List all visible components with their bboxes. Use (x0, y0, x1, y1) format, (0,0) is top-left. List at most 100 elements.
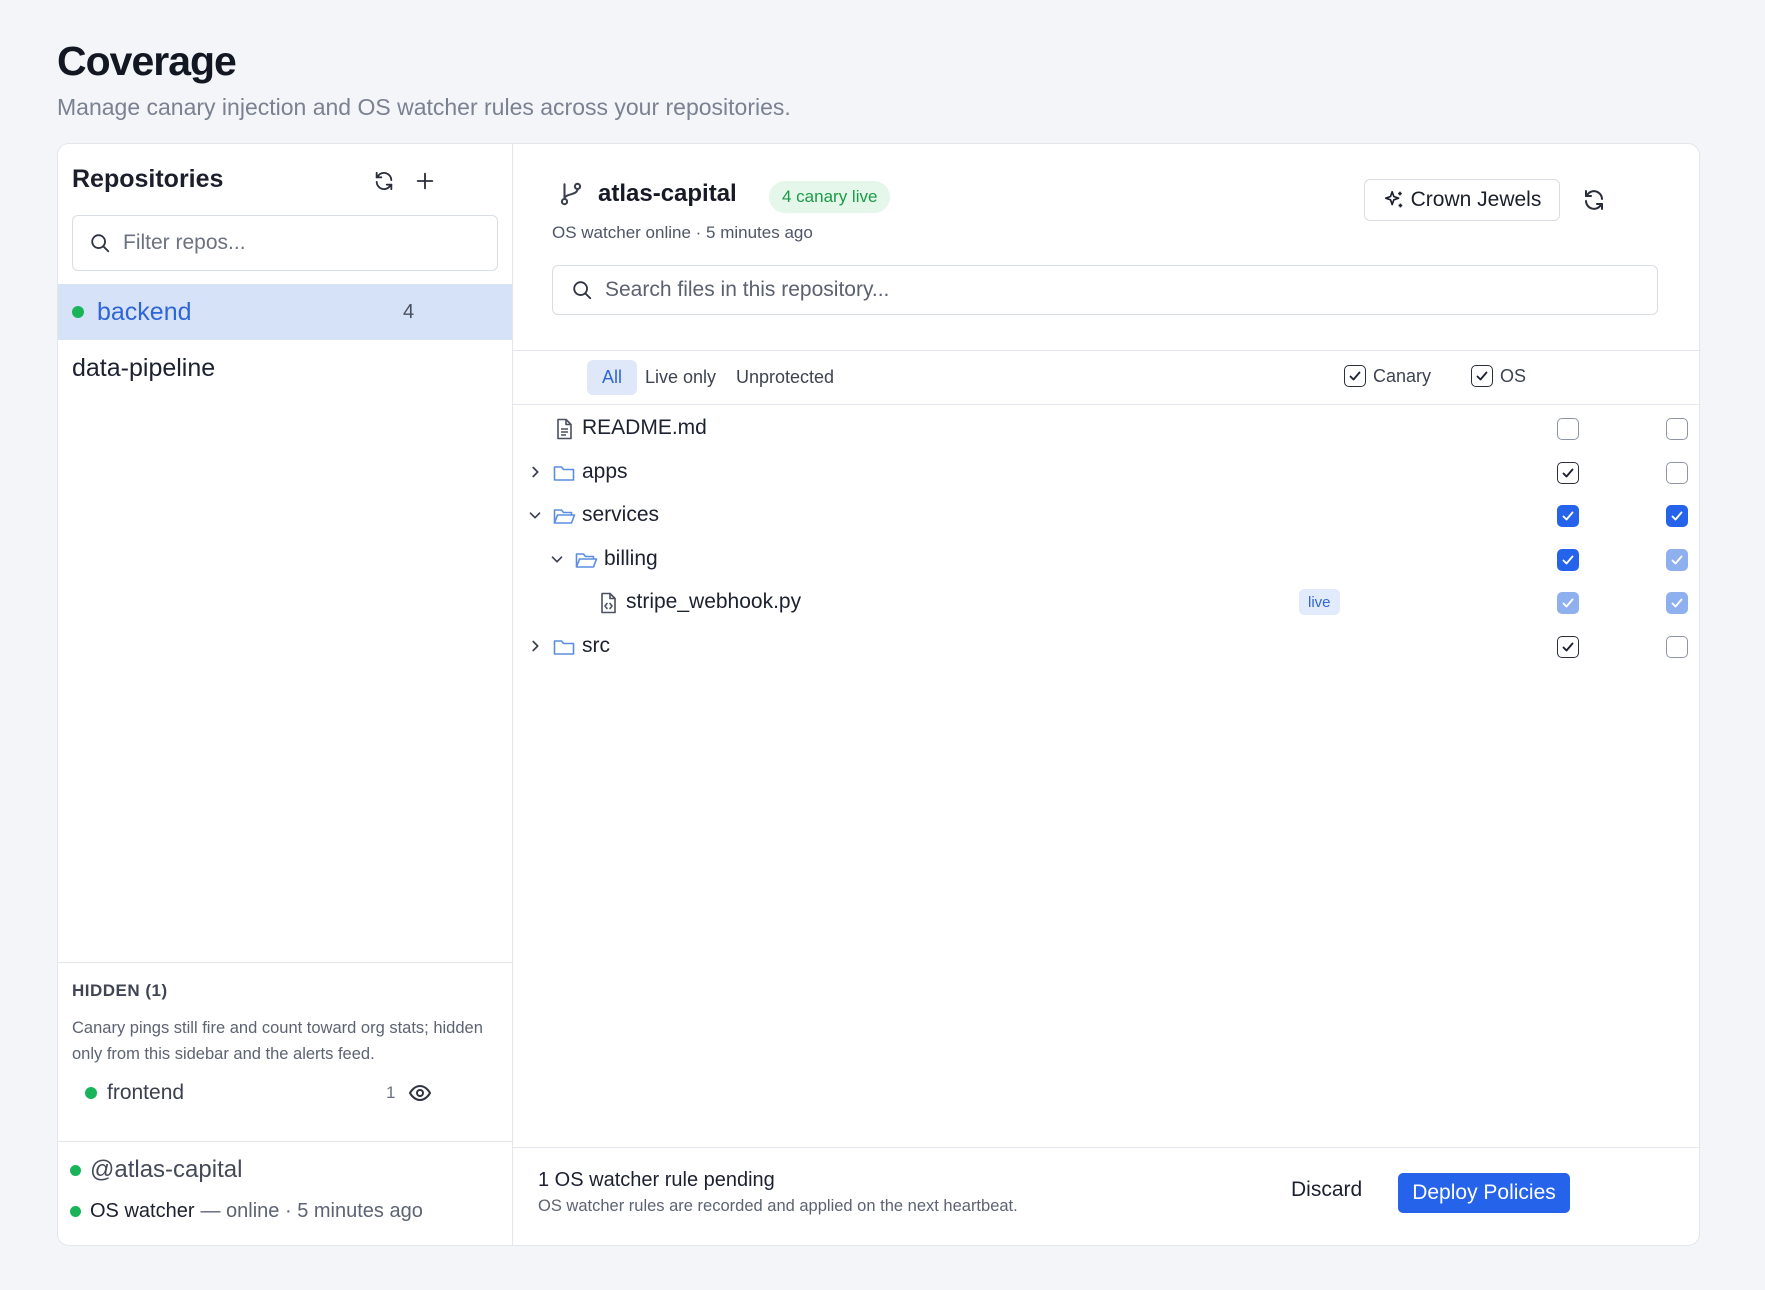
tree-item-name: README.md (582, 416, 707, 439)
os-checkbox[interactable] (1666, 461, 1688, 484)
online-status-dot (72, 306, 84, 318)
check-icon (1476, 371, 1488, 381)
repo-item-data-pipeline[interactable]: data-pipeline (58, 340, 512, 396)
sidebar-footer: @atlas-capital OS watcher — online · 5 m… (58, 1141, 512, 1245)
tree-row[interactable]: stripe_webhook.py live (513, 581, 1699, 625)
code-file-icon (601, 593, 616, 614)
os-checkbox[interactable] (1666, 592, 1688, 615)
online-status-dot (70, 1164, 81, 1176)
file-icon-wrap (552, 417, 576, 441)
folder-open-icon (575, 552, 598, 568)
repo-watcher-status: OS watcher online · 5 minutes ago (552, 223, 813, 242)
check-icon (1562, 642, 1574, 652)
folder-open-icon (553, 509, 576, 524)
plus-icon (416, 172, 434, 190)
os-checkbox[interactable] (1666, 505, 1688, 528)
collapse-folder-button[interactable] (546, 548, 568, 570)
file-search-input[interactable] (605, 278, 1605, 302)
os-watcher-status: OS watcher — online · 5 minutes ago (70, 1200, 423, 1223)
tab-live-only[interactable]: Live only (630, 360, 731, 395)
eye-icon (408, 1084, 432, 1102)
pending-title: 1 OS watcher rule pending (538, 1169, 775, 1191)
file-search-field[interactable] (552, 265, 1658, 315)
refresh-icon (375, 171, 393, 191)
crown-jewels-button[interactable]: Crown Jewels (1364, 179, 1560, 221)
tree-row[interactable]: apps (513, 451, 1699, 495)
expand-folder-button[interactable] (524, 461, 546, 483)
canary-checkbox[interactable] (1557, 461, 1579, 484)
unhide-repo-button[interactable] (408, 1081, 432, 1105)
tree-item-name: billing (604, 546, 658, 570)
org-status: @atlas-capital (70, 1156, 242, 1184)
online-status-dot (70, 1206, 81, 1217)
check-icon (1562, 555, 1574, 565)
file-text-icon (557, 418, 572, 440)
folder-icon-wrap (552, 461, 576, 485)
repo-detail-panel: atlas-capital 4 canary live OS watcher o… (513, 144, 1699, 1245)
canary-checkbox[interactable] (1557, 592, 1579, 615)
folder-icon-wrap (574, 548, 598, 572)
refresh-icon (1585, 190, 1603, 210)
chevron-right-icon (532, 466, 539, 477)
crown-jewels-label: Crown Jewels (1410, 188, 1542, 211)
collapse-folder-button[interactable] (524, 504, 546, 526)
tree-item-name: stripe_webhook.py (626, 590, 802, 614)
hidden-section-description: Canary pings still fire and count toward… (72, 1019, 483, 1063)
hidden-section-title: HIDDEN (1) (72, 981, 168, 1000)
git-branch-icon (560, 182, 582, 206)
file-icon-wrap (596, 591, 620, 615)
org-name: @atlas-capital (90, 1156, 243, 1183)
canary-column-toggle[interactable]: Canary (1344, 365, 1431, 387)
search-icon (573, 281, 592, 300)
check-icon (1562, 468, 1574, 478)
os-column-toggle[interactable]: OS (1471, 365, 1526, 387)
os-column-checkbox[interactable] (1471, 365, 1493, 387)
discard-button[interactable]: Discard (1291, 1178, 1362, 1202)
refresh-repos-button[interactable] (369, 166, 399, 196)
canary-checkbox[interactable] (1557, 505, 1579, 528)
filter-repos-input[interactable] (123, 231, 473, 255)
chevron-right-icon (532, 640, 539, 652)
tree-row[interactable]: src (513, 625, 1699, 669)
expand-folder-button[interactable] (524, 635, 546, 657)
canary-column-checkbox[interactable] (1344, 365, 1366, 387)
check-icon (1349, 371, 1361, 381)
os-checkbox[interactable] (1666, 636, 1688, 658)
live-badge: live (1299, 589, 1340, 616)
pending-changes-footer: 1 OS watcher rule pending OS watcher rul… (513, 1147, 1699, 1245)
tree-row[interactable]: services (513, 494, 1699, 538)
repo-count: 4 (403, 300, 415, 323)
filter-repos-field[interactable] (72, 215, 498, 271)
hidden-repos-section: HIDDEN (1) Canary pings still fire and c… (58, 962, 512, 1142)
folder-icon (553, 465, 575, 481)
pending-description: OS watcher rules are recorded and applie… (538, 1197, 1018, 1215)
add-repo-button[interactable] (410, 166, 440, 196)
online-status-dot (85, 1087, 97, 1099)
tab-unprotected[interactable]: Unprotected (721, 360, 849, 395)
check-icon (1562, 598, 1574, 608)
canary-checkbox[interactable] (1557, 636, 1579, 658)
search-icon (91, 234, 110, 253)
os-watcher-label: OS watcher (90, 1200, 195, 1222)
tree-item-name: src (582, 634, 610, 657)
tree-row[interactable]: billing (513, 538, 1699, 582)
repo-name: backend (97, 297, 192, 326)
os-column-label: OS (1500, 365, 1527, 386)
sparkles-icon (1384, 190, 1402, 208)
folder-icon-wrap (552, 635, 576, 659)
tree-row[interactable]: README.md (513, 407, 1699, 451)
page-subtitle: Manage canary injection and OS watcher r… (57, 94, 791, 120)
check-icon (1562, 511, 1574, 521)
canary-checkbox[interactable] (1557, 548, 1579, 571)
repo-item-backend[interactable]: backend 4 (58, 284, 512, 340)
hidden-repo-item-frontend[interactable]: frontend 1 (58, 1071, 512, 1115)
refresh-repo-button[interactable] (1579, 185, 1609, 215)
hidden-repo-name: frontend (107, 1081, 185, 1104)
canary-checkbox[interactable] (1557, 418, 1579, 440)
tree-item-name: apps (582, 459, 628, 483)
deploy-policies-button[interactable]: Deploy Policies (1398, 1173, 1570, 1213)
os-checkbox[interactable] (1666, 418, 1688, 440)
os-checkbox[interactable] (1666, 548, 1688, 571)
check-icon (1671, 511, 1683, 521)
sidebar-title: Repositories (72, 165, 224, 193)
